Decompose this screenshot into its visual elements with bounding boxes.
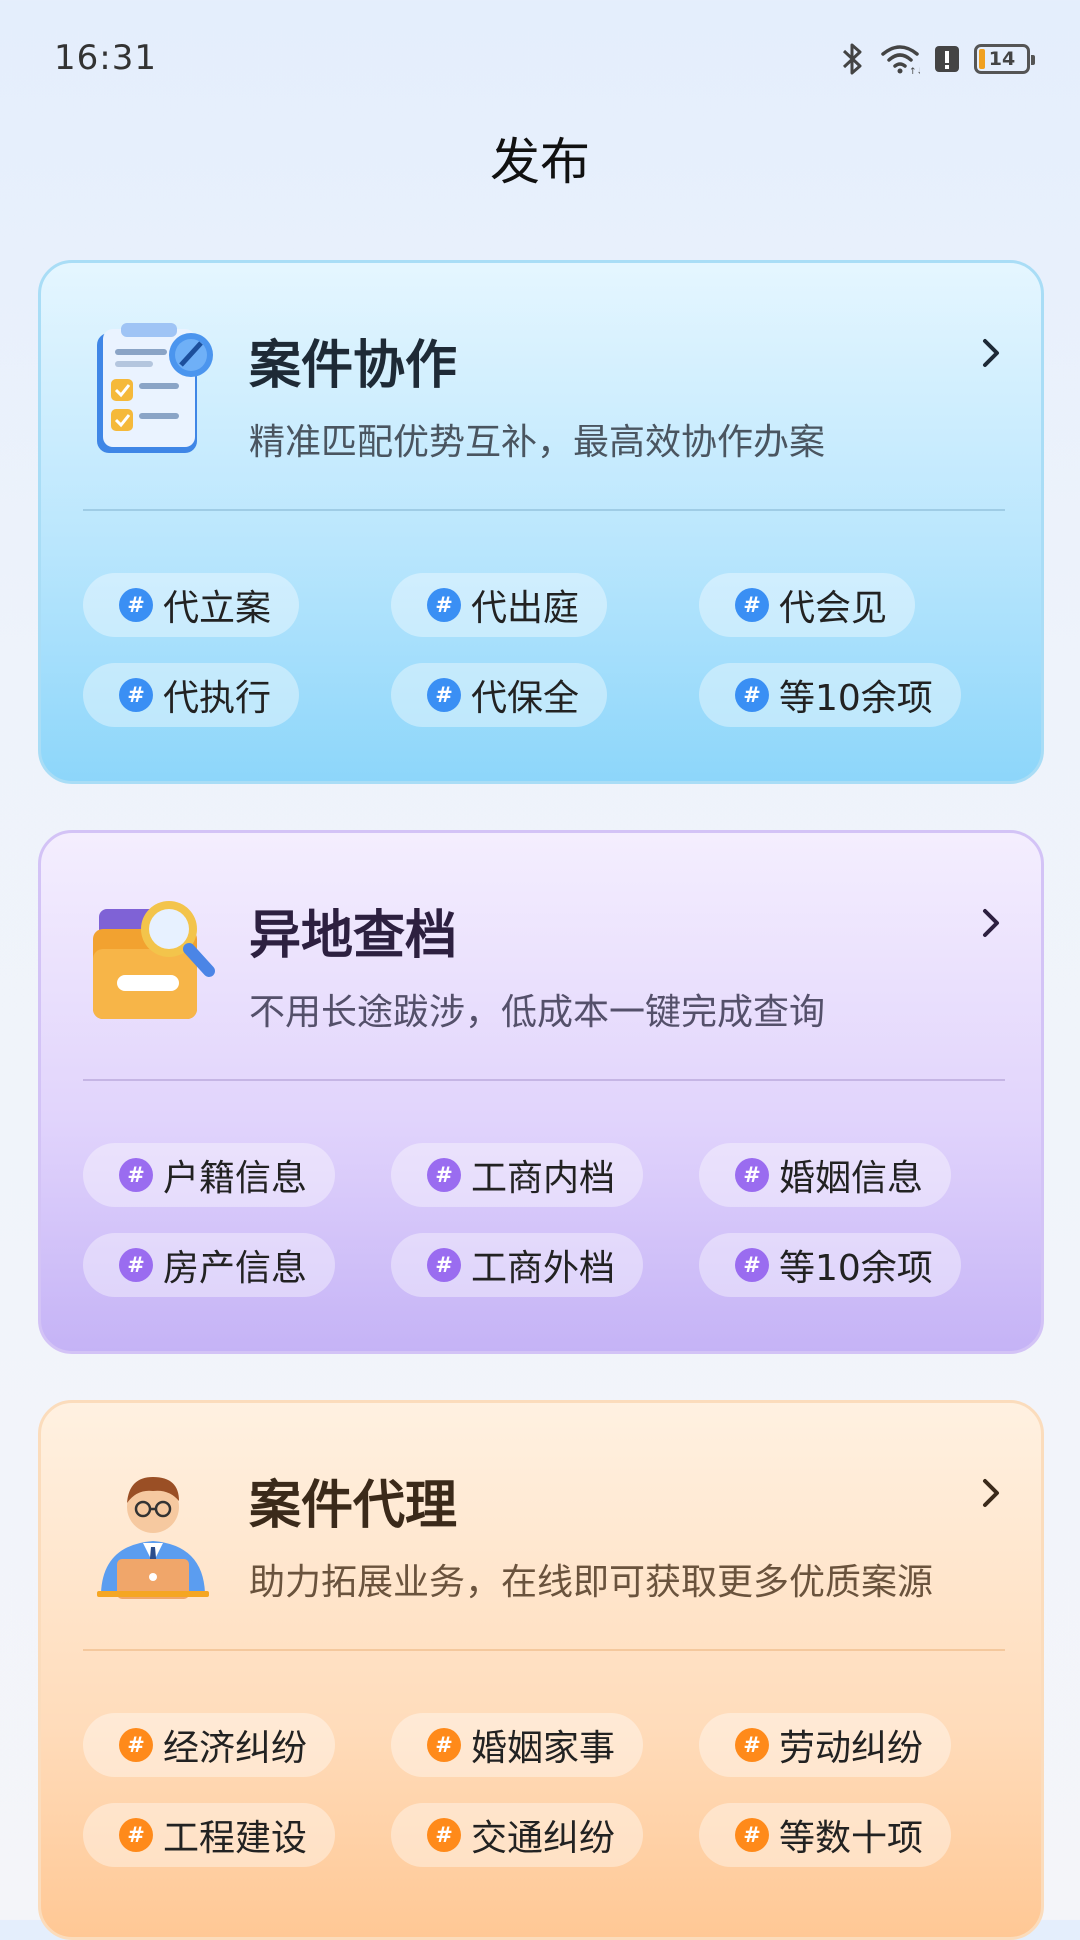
tag-label: 经济纠纷 [163,1728,308,1769]
hash-icon: # [119,1818,153,1852]
hash-icon: # [427,1728,461,1762]
tag-label: 房产信息 [163,1248,308,1289]
tag-item[interactable]: # 代保全 [391,663,608,727]
tag-item[interactable]: # 代立案 [83,573,300,637]
hash-icon: # [119,678,153,712]
tag-item[interactable]: # 代出庭 [391,573,608,637]
tag-item[interactable]: # 经济纠纷 [83,1713,336,1777]
status-bar: 16:31 ↑↓ 14 [0,0,1080,120]
tag-label: 代立案 [163,588,272,629]
tag-label: 代执行 [163,678,272,719]
tag-label: 婚姻家事 [471,1728,616,1769]
remote-archive-card[interactable]: 异地查档 不用长途跋涉，低成本一键完成查询 # 户籍信息 # 工商内档 # 婚姻信息 … [38,830,1044,1354]
hash-icon: # [119,1158,153,1192]
tag-label: 代出庭 [471,588,580,629]
tag-label: 代会见 [779,588,888,629]
hash-icon: # [427,678,461,712]
folder-search-icon [93,901,215,1019]
tag-label: 代保全 [471,678,580,719]
battery-icon: 14 [974,44,1035,74]
hash-icon: # [735,678,769,712]
hash-icon: # [735,1158,769,1192]
hash-icon: # [735,1728,769,1762]
hash-icon: # [427,1818,461,1852]
card-title: 案件代理 [249,1476,458,1536]
hash-icon: # [735,588,769,622]
tag-item[interactable]: # 等10余项 [699,1233,961,1297]
hash-icon: # [427,1158,461,1192]
tag-label: 劳动纠纷 [779,1728,924,1769]
battery-level: 14 [988,48,1016,70]
tag-item[interactable]: # 房产信息 [83,1233,336,1297]
tag-label: 婚姻信息 [779,1158,924,1199]
chevron-right-icon[interactable] [971,333,1011,373]
case-collaboration-card[interactable]: 案件协作 精准匹配优势互补，最高效协作办案 # 代立案 # 代出庭 # 代会见 # 代执… [38,260,1044,784]
hash-icon: # [735,1248,769,1282]
card-subtitle: 助力拓展业务，在线即可获取更多优质案源 [249,1562,934,1603]
clipboard-checklist-icon [97,323,213,453]
tag-label: 交通纠纷 [471,1818,616,1859]
tag-label: 工商内档 [471,1158,616,1199]
tag-label: 工商外档 [471,1248,616,1289]
hash-icon: # [119,1728,153,1762]
status-time: 16:31 [54,38,157,78]
tag-label: 户籍信息 [163,1158,308,1199]
hash-icon: # [119,588,153,622]
tag-item[interactable]: # 交通纠纷 [391,1803,644,1867]
bluetooth-icon [842,43,862,75]
hash-icon: # [735,1818,769,1852]
chevron-right-icon[interactable] [971,1473,1011,1513]
tag-item[interactable]: # 劳动纠纷 [699,1713,952,1777]
card-divider [83,1649,1005,1651]
tag-label: 工程建设 [163,1818,308,1859]
tag-item[interactable]: # 等数十项 [699,1803,952,1867]
wifi-icon: ↑↓ [881,45,920,75]
card-subtitle: 精准匹配优势互补，最高效协作办案 [249,422,826,463]
card-divider [83,1079,1005,1081]
svg-text:↑↓: ↑↓ [909,67,920,75]
tag-label: 等10余项 [779,1248,933,1289]
tag-item[interactable]: # 代执行 [83,663,300,727]
page-title: 发布 [490,133,590,191]
card-divider [83,509,1005,511]
chevron-right-icon[interactable] [971,903,1011,943]
tag-item[interactable]: # 等10余项 [699,663,961,727]
tag-item[interactable]: # 代会见 [699,573,916,637]
tag-item[interactable]: # 工商内档 [391,1143,644,1207]
lawyer-laptop-icon [97,1477,209,1599]
tag-item[interactable]: # 婚姻家事 [391,1713,644,1777]
hash-icon: # [119,1248,153,1282]
card-title: 异地查档 [249,906,458,966]
alert-icon [935,46,959,72]
hash-icon: # [427,588,461,622]
case-agency-card[interactable]: 案件代理 助力拓展业务，在线即可获取更多优质案源 # 经济纠纷 # 婚姻家事 # 劳动… [38,1400,1044,1940]
tag-label: 等数十项 [779,1818,924,1859]
card-title: 案件协作 [249,336,458,396]
hash-icon: # [427,1248,461,1282]
tag-item[interactable]: # 婚姻信息 [699,1143,952,1207]
card-subtitle: 不用长途跋涉，低成本一键完成查询 [249,992,826,1033]
tag-item[interactable]: # 户籍信息 [83,1143,336,1207]
status-icons: ↑↓ 14 [840,42,1035,76]
tag-item[interactable]: # 工商外档 [391,1233,644,1297]
tag-item[interactable]: # 工程建设 [83,1803,336,1867]
tag-label: 等10余项 [779,678,933,719]
